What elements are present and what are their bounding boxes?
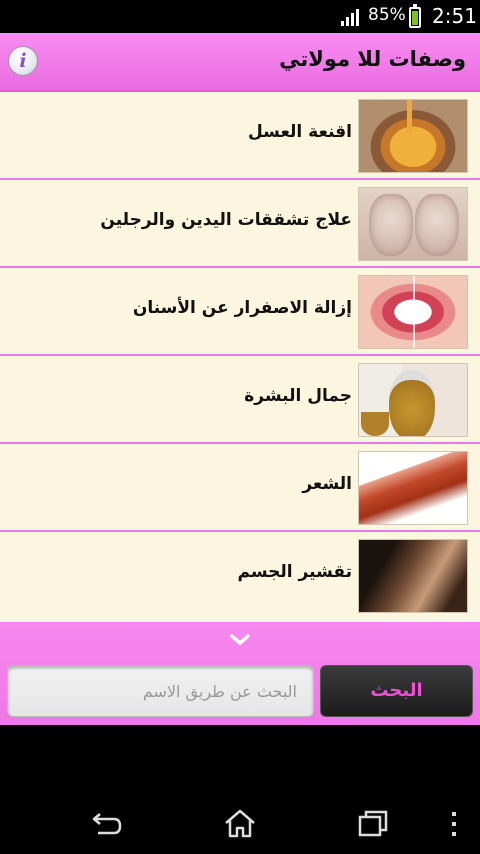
- list-item-label: الشعر: [302, 474, 352, 494]
- app-header: i وصفات للا مولاتي: [0, 33, 480, 92]
- back-icon[interactable]: [90, 808, 124, 838]
- cracked-heels-image: [358, 187, 468, 261]
- list-item-honey-masks[interactable]: اقنعة العسل: [0, 92, 480, 180]
- list-item-body-scrub[interactable]: تقشير الجسم: [0, 532, 480, 620]
- face-mask-image: [358, 363, 468, 437]
- app-title: وصفات للا مولاتي: [279, 47, 466, 71]
- recent-apps-icon[interactable]: [356, 808, 390, 838]
- battery-percent: 85%: [368, 5, 406, 25]
- screen: 85% 2:51 i وصفات للا مولاتي اقنعة العسل …: [0, 0, 480, 854]
- battery-level: [412, 11, 418, 25]
- list-item-label: جمال البشرة: [244, 386, 352, 406]
- search-button[interactable]: البحث: [320, 665, 473, 717]
- clock: 2:51: [432, 4, 477, 28]
- battery-icon: [409, 4, 421, 28]
- info-icon: i: [19, 50, 27, 72]
- search-input[interactable]: [7, 665, 314, 717]
- list-item-label: علاج تشققات اليدين والرجلين: [100, 210, 352, 230]
- list-item-label: اقنعة العسل: [247, 122, 352, 142]
- info-button[interactable]: i: [8, 46, 38, 76]
- list-item-teeth-whitening[interactable]: إزالة الاصفرار عن الأسنان: [0, 268, 480, 356]
- chevron-down-icon[interactable]: [226, 630, 254, 650]
- list-item-cracked-skin[interactable]: علاج تشققات اليدين والرجلين: [0, 180, 480, 268]
- search-panel: البحث: [0, 622, 480, 725]
- home-icon[interactable]: [223, 808, 257, 838]
- overflow-menu-icon[interactable]: [448, 811, 460, 837]
- body-scrub-image: [358, 539, 468, 613]
- red-hair-image: [358, 451, 468, 525]
- list-item-label: تقشير الجسم: [237, 562, 352, 582]
- navigation-bar: [0, 725, 480, 854]
- list-item-label: إزالة الاصفرار عن الأسنان: [132, 298, 352, 318]
- signal-icon: [341, 9, 359, 26]
- teeth-smile-image: [358, 275, 468, 349]
- recipe-list: اقنعة العسل علاج تشققات اليدين والرجلين …: [0, 92, 480, 622]
- list-item-hair[interactable]: الشعر: [0, 444, 480, 532]
- honey-bowl-image: [358, 99, 468, 173]
- status-bar: 85% 2:51: [0, 0, 480, 33]
- list-item-skin-beauty[interactable]: جمال البشرة: [0, 356, 480, 444]
